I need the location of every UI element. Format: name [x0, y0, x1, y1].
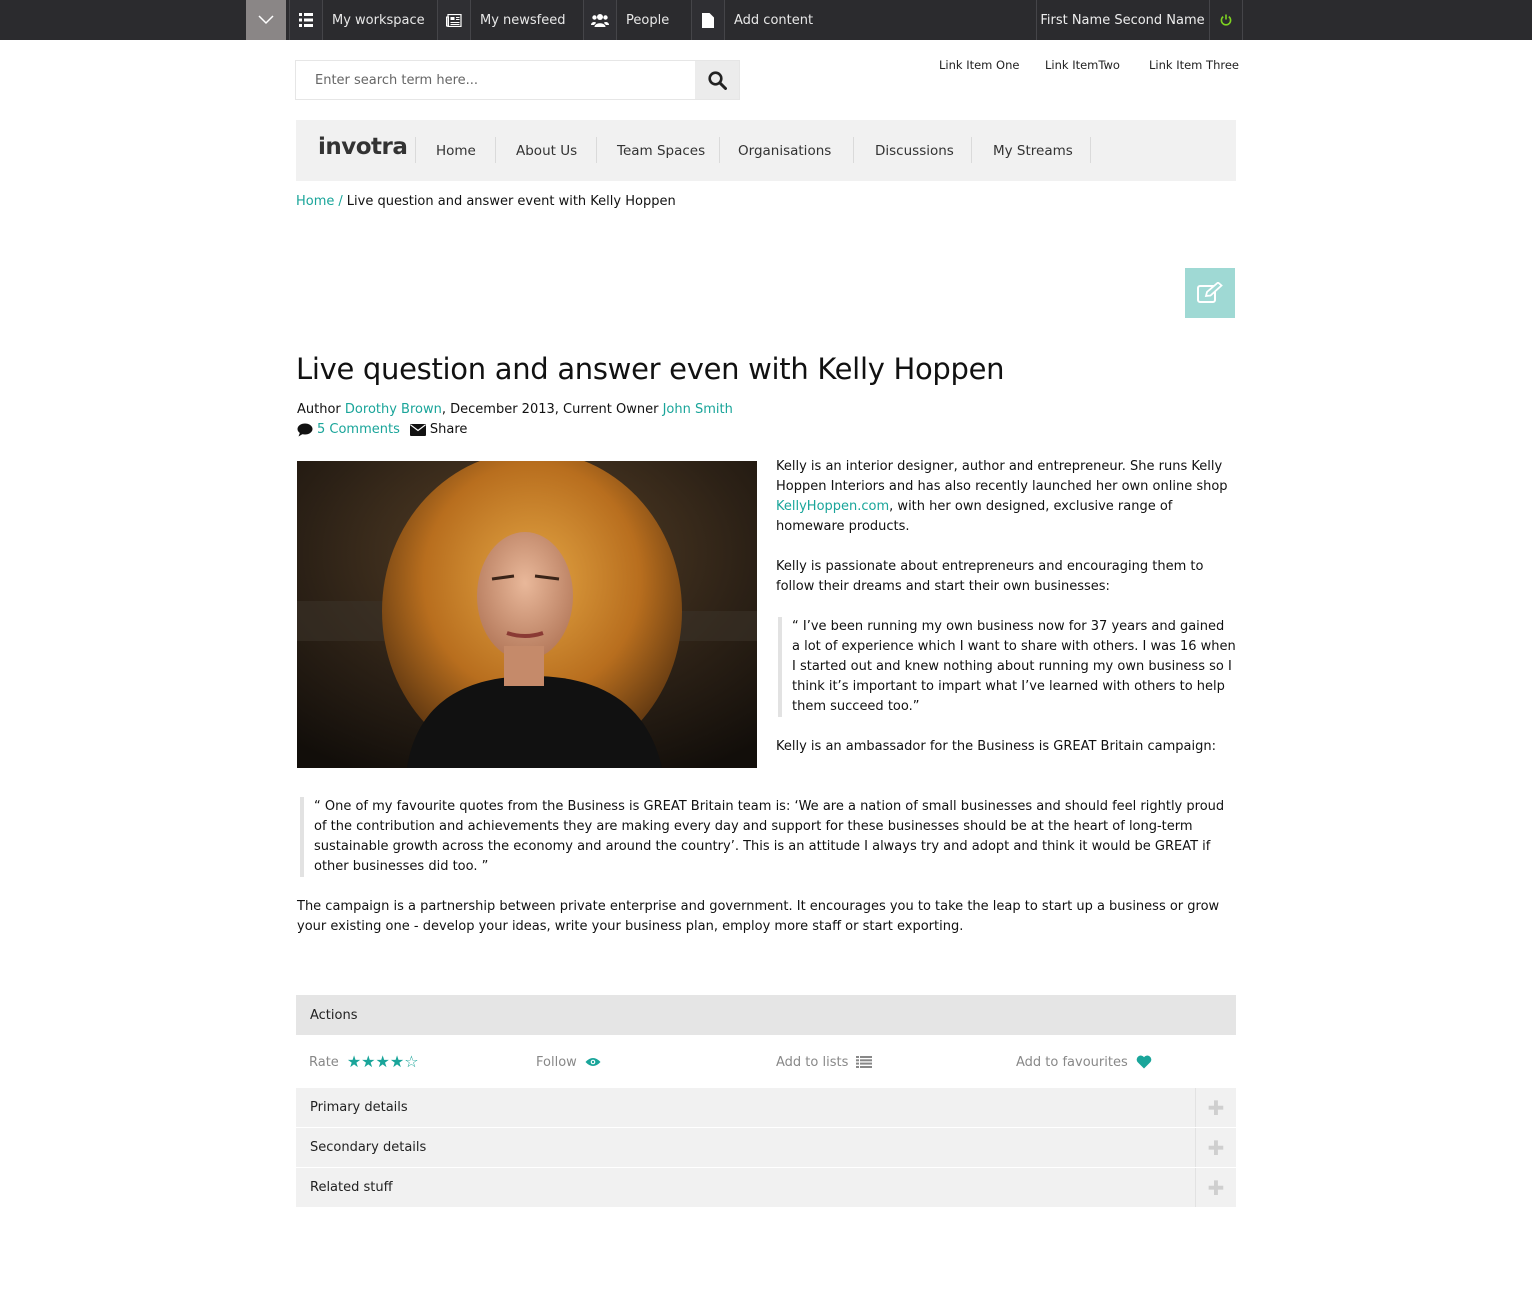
top-bar: My workspace My newsfeed People Add cont… — [0, 0, 1532, 40]
add-to-lists-button[interactable]: Add to lists — [776, 1038, 873, 1086]
nav-item-home[interactable]: Home — [436, 120, 476, 181]
add-to-favourites-button[interactable]: Add to favourites — [1016, 1038, 1152, 1086]
rate-label: Rate — [309, 1054, 339, 1070]
utility-link-three[interactable]: Link Item Three — [1149, 58, 1239, 72]
power-icon — [1220, 14, 1232, 26]
nav-divider — [853, 137, 854, 163]
edit-icon — [1197, 282, 1223, 303]
star-filled-icon[interactable]: ★ — [390, 1054, 404, 1070]
accordion-secondary-details[interactable]: Secondary details ✚ — [296, 1128, 1236, 1167]
paragraph: The campaign is a partnership between pr… — [297, 899, 1220, 934]
follow-button[interactable]: Follow — [536, 1038, 601, 1086]
topbar-item-add-content[interactable]: Add content — [691, 0, 813, 40]
chevron-down-icon — [258, 15, 274, 25]
paragraph: Kelly is an interior designer, author an… — [776, 459, 1228, 534]
nav-item-discussions[interactable]: Discussions — [875, 120, 954, 181]
star-empty-icon[interactable]: ☆ — [404, 1054, 418, 1070]
accordion-label: Related stuff — [310, 1180, 393, 1195]
accordion-label: Primary details — [310, 1100, 408, 1115]
utility-link-one[interactable]: Link Item One — [939, 58, 1019, 72]
article-social: 5 Comments Share — [297, 422, 467, 437]
nav-divider — [719, 137, 720, 163]
article-intro: Kelly is an interior designer, author an… — [776, 457, 1236, 777]
share-button[interactable]: Share — [409, 422, 468, 437]
topbar-item-newsfeed[interactable]: My newsfeed — [437, 0, 566, 40]
eye-icon — [585, 1058, 601, 1066]
author-label: Author — [297, 402, 341, 417]
main-navigation: invotra Home About Us Team Spaces Organi… — [296, 120, 1236, 181]
rate-control: Rate ★ ★ ★ ★ ☆ — [309, 1038, 419, 1086]
user-menu-button[interactable]: First Name Second Name — [1036, 0, 1208, 40]
plus-icon[interactable]: ✚ — [1195, 1088, 1236, 1127]
list-icon — [856, 1056, 873, 1068]
search-box — [295, 60, 740, 100]
topbar-item-people[interactable]: People — [583, 0, 669, 40]
topbar-item-workspace[interactable]: My workspace — [289, 0, 425, 40]
actions-bar: Rate ★ ★ ★ ★ ☆ Follow Add to lists Add t… — [296, 1038, 1236, 1086]
people-icon — [583, 0, 617, 40]
paragraph: Kelly is passionate about entrepreneurs … — [776, 559, 1204, 594]
pull-quote: “ I’ve been running my own business now … — [778, 617, 1236, 717]
page-title: Live question and answer even with Kelly… — [296, 352, 1005, 386]
add-to-lists-label: Add to lists — [776, 1054, 849, 1070]
topbar-item-label: People — [626, 12, 670, 28]
plus-icon[interactable]: ✚ — [1195, 1128, 1236, 1167]
comments-link[interactable]: 5 Comments — [317, 422, 400, 437]
nav-divider — [596, 137, 597, 163]
menu-toggle-button[interactable] — [246, 0, 286, 40]
accordion-primary-details[interactable]: Primary details ✚ — [296, 1088, 1236, 1127]
breadcrumb-separator: / — [338, 194, 343, 209]
document-icon — [691, 0, 725, 40]
star-filled-icon[interactable]: ★ — [347, 1054, 361, 1070]
share-label: Share — [429, 422, 468, 437]
pull-quote: “ One of my favourite quotes from the Bu… — [300, 797, 1236, 877]
utility-link-two[interactable]: Link ItemTwo — [1045, 58, 1120, 72]
grid-list-icon — [289, 0, 323, 40]
star-filled-icon[interactable]: ★ — [361, 1054, 375, 1070]
nav-item-team-spaces[interactable]: Team Spaces — [617, 120, 705, 181]
plus-icon[interactable]: ✚ — [1195, 1168, 1236, 1207]
search-button[interactable] — [695, 61, 739, 99]
nav-divider — [415, 137, 416, 163]
add-to-favourites-label: Add to favourites — [1016, 1054, 1128, 1070]
accordion-related-stuff[interactable]: Related stuff ✚ — [296, 1168, 1236, 1207]
kellyhoppen-link[interactable]: KellyHoppen.com — [776, 499, 889, 514]
heart-icon — [1136, 1055, 1152, 1069]
nav-divider — [971, 137, 972, 163]
logout-button[interactable] — [1209, 0, 1243, 40]
logo[interactable]: invotra — [318, 134, 408, 160]
author-link[interactable]: Dorothy Brown — [345, 402, 442, 417]
accordion-label: Secondary details — [310, 1140, 427, 1155]
edit-button[interactable] — [1185, 268, 1235, 318]
breadcrumb: Home / Live question and answer event with… — [296, 194, 676, 209]
article-meta: Author Dorothy Brown, December 2013, Cur… — [297, 402, 733, 417]
nav-item-about-us[interactable]: About Us — [516, 120, 577, 181]
owner-link[interactable]: John Smith — [663, 402, 733, 417]
nav-divider — [1090, 137, 1091, 163]
search-input[interactable] — [296, 61, 696, 99]
actions-heading: Actions — [296, 995, 1236, 1035]
star-filled-icon[interactable]: ★ — [376, 1054, 390, 1070]
nav-item-my-streams[interactable]: My Streams — [993, 120, 1073, 181]
follow-label: Follow — [536, 1054, 577, 1070]
newspaper-icon — [437, 0, 471, 40]
article-date: , December 2013, Current Owner — [441, 402, 663, 417]
search-icon — [707, 70, 727, 90]
comment-icon — [297, 423, 313, 436]
nav-divider — [495, 137, 496, 163]
article-photo — [297, 461, 757, 768]
nav-item-organisations[interactable]: Organisations — [738, 120, 831, 181]
breadcrumb-home-link[interactable]: Home — [296, 194, 334, 209]
topbar-item-label: Add content — [734, 12, 814, 28]
paragraph: Kelly is an ambassador for the Business … — [776, 739, 1216, 754]
breadcrumb-current: Live question and answer event with Kell… — [346, 194, 676, 209]
envelope-icon — [409, 423, 426, 436]
topbar-item-label: My workspace — [332, 12, 425, 28]
topbar-item-label: My newsfeed — [480, 12, 566, 28]
rating-stars[interactable]: ★ ★ ★ ★ ☆ — [347, 1054, 419, 1070]
